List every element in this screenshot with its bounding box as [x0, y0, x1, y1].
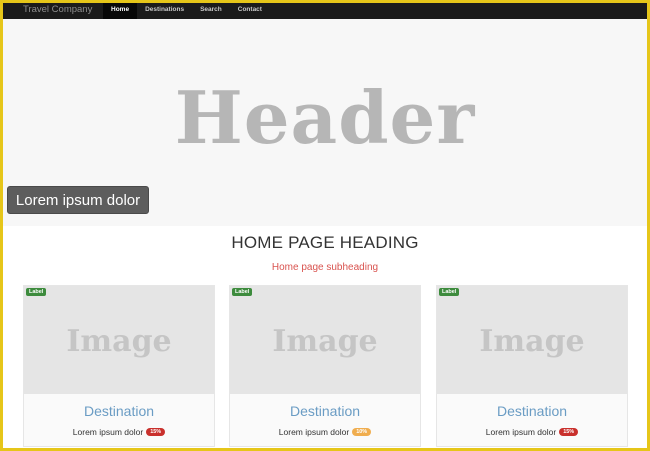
brand-link[interactable]: Travel Company: [23, 4, 103, 15]
card-image-placeholder: Image: [66, 324, 172, 359]
card-title[interactable]: Destination: [24, 403, 214, 419]
card-label: Label: [439, 288, 460, 296]
card-description-text: Lorem ipsum dolor: [278, 427, 350, 437]
discount-badge: 15%: [559, 428, 579, 436]
destination-card[interactable]: Image Label Destination Lorem ipsum dolo…: [436, 285, 628, 447]
navbar: Travel Company Home Destinations Search …: [3, 0, 647, 19]
card-description: Lorem ipsum dolor 15%: [24, 427, 214, 437]
nav-item-contact[interactable]: Contact: [230, 0, 270, 19]
destination-card[interactable]: Image Label Destination Lorem ipsum dolo…: [23, 285, 215, 447]
hero-caption: Lorem ipsum dolor: [7, 186, 149, 214]
card-image-placeholder: Image: [479, 324, 585, 359]
card-description-text: Lorem ipsum dolor: [72, 427, 144, 437]
discount-badge: 10%: [352, 428, 372, 436]
card-image[interactable]: Image Label: [230, 286, 420, 394]
page-subheading: Home page subheading: [271, 262, 379, 273]
card-label: Label: [26, 288, 47, 296]
card-description: Lorem ipsum dolor 15%: [437, 427, 627, 437]
card-title[interactable]: Destination: [230, 403, 420, 419]
card-label: Label: [232, 288, 253, 296]
destination-card[interactable]: Image Label Destination Lorem ipsum dolo…: [229, 285, 421, 447]
card-description-text: Lorem ipsum dolor: [485, 427, 557, 437]
hero-title: Header: [174, 75, 476, 160]
page-heading: HOME PAGE HEADING: [231, 233, 419, 252]
card-description: Lorem ipsum dolor 10%: [230, 427, 420, 437]
nav-item-search[interactable]: Search: [192, 0, 230, 19]
card-image[interactable]: Image Label: [437, 286, 627, 394]
card-image[interactable]: Image Label: [24, 286, 214, 394]
nav-item-destinations[interactable]: Destinations: [137, 0, 192, 19]
nav-item-home[interactable]: Home: [103, 0, 138, 19]
card-title[interactable]: Destination: [437, 403, 627, 419]
discount-badge: 15%: [146, 428, 166, 436]
card-image-placeholder: Image: [272, 324, 378, 359]
hero-banner: Header Lorem ipsum dolor: [3, 19, 647, 226]
